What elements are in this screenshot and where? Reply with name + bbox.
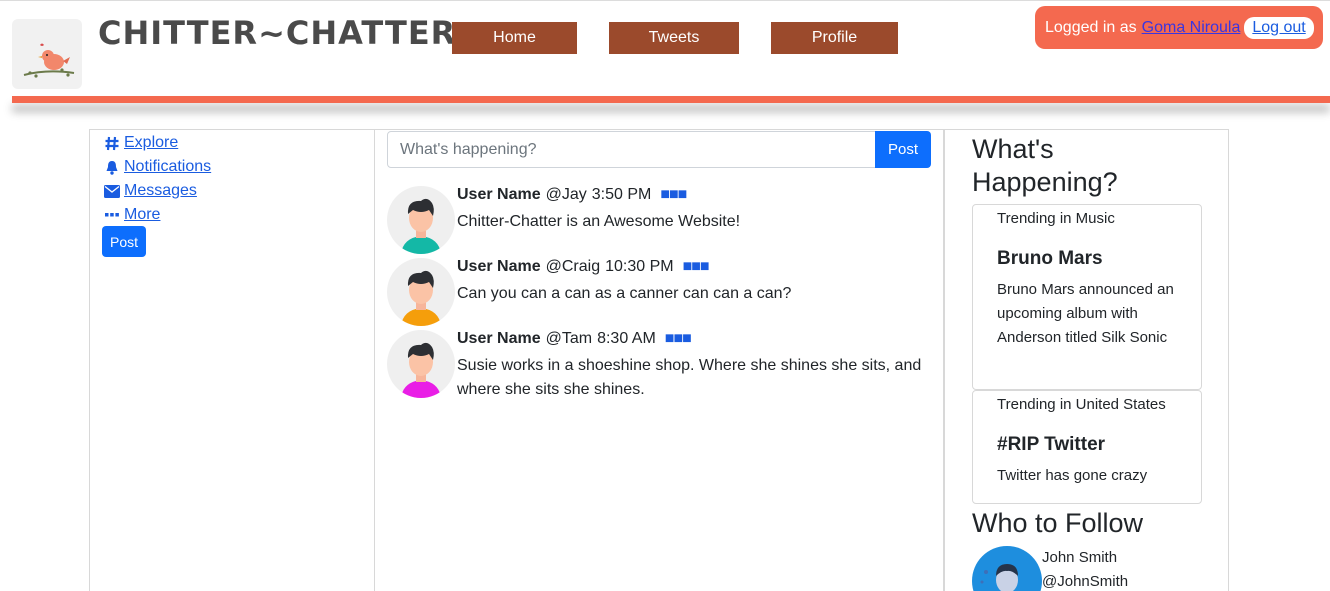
tweet-time: 8:30 AM	[597, 330, 656, 347]
sidebar-post-button[interactable]: Post	[102, 226, 146, 257]
tweet-author-name[interactable]: User Name	[457, 258, 541, 276]
left-sidebar: Explore Notifications Messages More Post	[89, 129, 374, 591]
user-avatar[interactable]	[387, 258, 455, 326]
user-avatar[interactable]	[387, 330, 455, 398]
sidebar-item-notifications[interactable]: Notifications	[104, 158, 211, 176]
who-to-follow-title: Who to Follow	[972, 508, 1144, 538]
tweet-more-icon[interactable]: ■■■	[660, 186, 687, 204]
user-avatar-icon	[401, 270, 441, 326]
tweet-time: 10:30 PM	[605, 258, 674, 275]
sidebar-item-explore[interactable]: Explore	[104, 134, 178, 152]
user-avatar-icon	[401, 198, 441, 254]
tweet-handle[interactable]: @Craig	[546, 258, 600, 276]
tweet-item: User Name @Jay 3:50 PM ■■■ Chitter-Chatt…	[387, 186, 927, 256]
follow-avatar[interactable]	[972, 546, 1042, 591]
site-title: CHITTER~CHATTER	[98, 14, 457, 52]
logout-button[interactable]: Log out	[1244, 16, 1314, 39]
tweet-more-icon[interactable]: ■■■	[665, 330, 692, 348]
trend-category: Trending in United States	[997, 396, 1166, 413]
nav-profile-button[interactable]: Profile	[771, 22, 898, 54]
trend-description: Twitter has gone crazy	[997, 467, 1148, 484]
follow-name[interactable]: John Smith	[1042, 549, 1117, 566]
envelope-icon	[104, 183, 120, 199]
trend-category: Trending in Music	[997, 210, 1115, 227]
bell-icon	[104, 159, 120, 175]
hash-icon	[104, 135, 120, 151]
login-status: Logged in as Goma Niroula Log out	[1035, 6, 1323, 49]
nav-tweets-button[interactable]: Tweets	[609, 22, 739, 54]
tweet-item: User Name @Tam 8:30 AM ■■■ Susie works i…	[387, 330, 927, 410]
ellipsis-icon	[104, 207, 120, 223]
sidebar-item-messages[interactable]: Messages	[104, 182, 197, 200]
bird-logo-icon	[23, 43, 75, 78]
feed-column: Post User Name @Jay 3:50 PM ■■■ Chitter-…	[374, 129, 944, 591]
trend-description: Bruno Mars announced an upcoming album w…	[997, 281, 1174, 346]
tweet-time: 3:50 PM	[591, 186, 652, 203]
tweet-item: User Name @Craig 10:30 PM ■■■ Can you ca…	[387, 258, 927, 328]
trend-card[interactable]: Trending in United States #RIP Twitter T…	[972, 390, 1202, 504]
tweet-handle[interactable]: @Tam	[546, 330, 592, 348]
whats-happening-title: What's Happening?	[972, 134, 1118, 197]
bird-logo[interactable]	[12, 19, 82, 89]
tweet-author-name[interactable]: User Name	[457, 186, 541, 204]
nav-home-button[interactable]: Home	[452, 22, 577, 54]
user-avatar[interactable]	[387, 186, 455, 254]
header-divider	[12, 96, 1330, 103]
follow-avatar-icon	[980, 564, 1018, 591]
tweet-text: Chitter-Chatter is an Awesome Website!	[457, 213, 741, 230]
tweet-handle[interactable]: @Jay	[546, 186, 587, 204]
trend-title: Bruno Mars	[997, 248, 1103, 269]
trend-card[interactable]: Trending in Music Bruno Mars Bruno Mars …	[972, 204, 1202, 390]
sidebar-item-label: Notifications	[124, 158, 212, 175]
sidebar-item-more[interactable]: More	[104, 206, 160, 224]
login-prefix: Logged in as	[1045, 18, 1137, 36]
trend-title: #RIP Twitter	[997, 434, 1106, 455]
sidebar-item-label: More	[124, 206, 161, 223]
sidebar-item-label: Messages	[124, 182, 197, 199]
tweet-text: Can you can a can as a canner can can a …	[457, 285, 792, 302]
follow-handle[interactable]: @JohnSmith	[1042, 573, 1128, 590]
tweet-author-name[interactable]: User Name	[457, 330, 541, 348]
tweet-text: Susie works in a shoeshine shop. Where s…	[457, 357, 922, 398]
compose-post-button[interactable]: Post	[875, 131, 931, 168]
top-border	[0, 0, 1330, 1]
user-avatar-icon	[401, 342, 441, 398]
current-user-link[interactable]: Goma Niroula	[1142, 19, 1241, 37]
compose-input[interactable]	[387, 131, 876, 168]
sidebar-item-label: Explore	[124, 134, 179, 151]
right-sidebar: What's Happening? Trending in Music Brun…	[944, 129, 1229, 591]
tweet-more-icon[interactable]: ■■■	[683, 258, 710, 276]
